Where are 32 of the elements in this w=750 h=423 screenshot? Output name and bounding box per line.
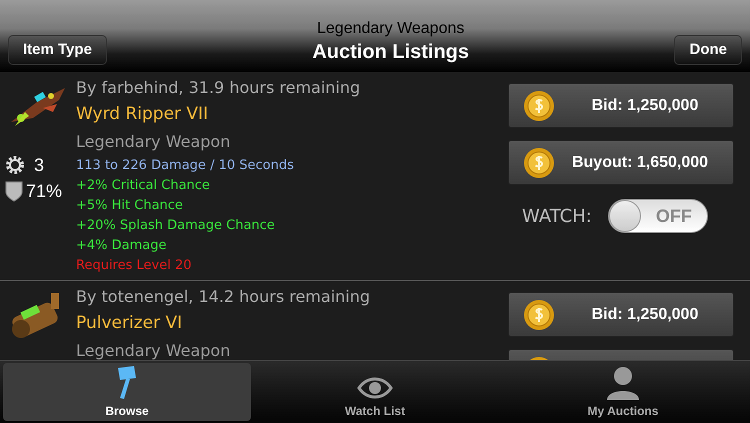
slot-count: 3 (34, 156, 44, 174)
coin-icon (523, 90, 555, 122)
coin-icon (523, 298, 555, 330)
done-button[interactable]: Done (674, 35, 742, 65)
buyout-button[interactable]: Buyout: 1,650,000 (508, 140, 734, 185)
stat-line: +20% Splash Damage Chance (76, 217, 276, 235)
stat-line: 113 to 226 Damage / 10 Seconds (76, 157, 295, 175)
bid-button[interactable]: Bid: 1,250,000 (508, 83, 734, 128)
item-name: Pulverizer VI (76, 312, 184, 335)
watch-label: WATCH: (522, 204, 592, 228)
shield-icon (4, 180, 24, 202)
coin-icon (523, 146, 555, 178)
seller-line: By totenengel, 14.2 hours remaining (76, 286, 372, 308)
person-icon (605, 366, 641, 400)
tab[interactable]: Watch List (251, 363, 499, 421)
back-button[interactable]: Item Type (8, 35, 107, 65)
nav-title: Auction Listings (312, 40, 470, 65)
gear-icon (4, 154, 26, 176)
eye-icon (357, 376, 393, 400)
bid-button[interactable]: Bid: 1,250,000 (508, 292, 734, 337)
stat-line: +5% Hit Chance (76, 197, 184, 215)
stat-line: +4% Damage (76, 237, 168, 255)
item-type: Legendary Weapon (76, 131, 232, 153)
tab[interactable]: Browse (3, 363, 251, 421)
nav-subtitle: Legendary Weapons (317, 19, 464, 39)
condition-percent: 71% (26, 182, 62, 200)
tab[interactable]: My Auctions (499, 363, 747, 421)
item-type: Legendary Weapon (76, 340, 232, 360)
stat-line: Requires Level 20 (76, 257, 193, 275)
seller-line: By farbehind, 31.9 hours remaining (76, 77, 362, 99)
item-name: Wyrd Ripper VII (76, 103, 210, 126)
stat-line: +2% Critical Chance (76, 177, 211, 195)
